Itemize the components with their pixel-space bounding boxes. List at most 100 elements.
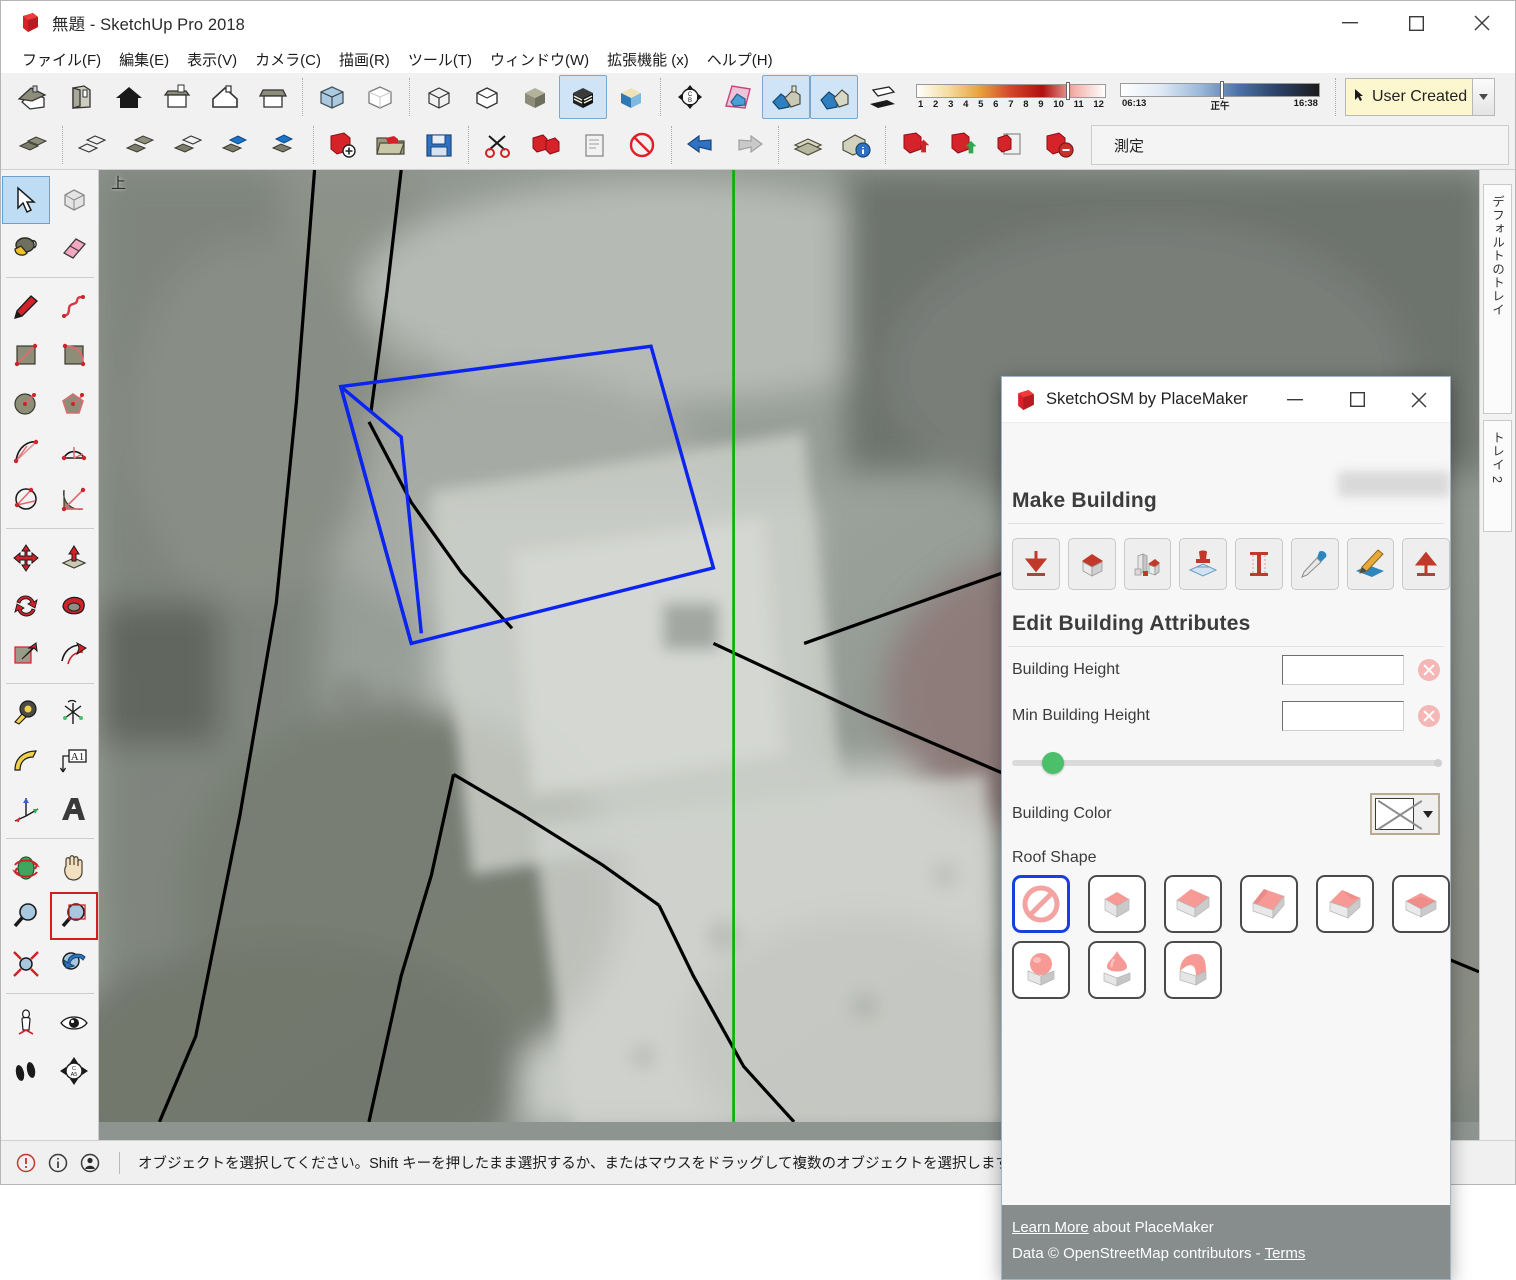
push-pull-tool[interactable] [50, 534, 98, 582]
monochrome-style-icon[interactable] [607, 75, 655, 119]
paint-bucket-tool[interactable] [2, 224, 50, 272]
back-view-icon[interactable] [201, 75, 249, 119]
minimize-icon[interactable] [1264, 377, 1326, 423]
maximize-icon[interactable] [1326, 377, 1388, 423]
3d-text-tool[interactable] [50, 785, 98, 833]
split-icon[interactable] [522, 123, 570, 167]
document-icon[interactable] [570, 123, 618, 167]
month-slider-knob[interactable] [1066, 82, 1070, 100]
walk-tool[interactable] [2, 1047, 50, 1095]
import-icon[interactable] [939, 123, 987, 167]
rotate-tool[interactable] [2, 582, 50, 630]
make-component-tool[interactable] [50, 176, 98, 224]
roof-shape-flat[interactable] [1088, 875, 1146, 933]
shadow-month-slider[interactable]: 1 2 3 4 5 6 7 8 9 10 11 12 [916, 84, 1106, 110]
front-view-icon[interactable] [105, 75, 153, 119]
minimize-icon[interactable] [1317, 1, 1383, 45]
offset-tool[interactable] [50, 630, 98, 678]
menu-edit[interactable]: 編集(E) [110, 46, 178, 73]
roof-shape-onion[interactable] [1088, 941, 1146, 999]
shadows-icon[interactable] [858, 75, 906, 119]
make-building-edit-tool[interactable] [1347, 538, 1395, 590]
two-point-arc-tool[interactable] [50, 427, 98, 475]
sketchosm-dialog[interactable]: SketchOSM by PlaceMaker Make Building [1001, 376, 1451, 1280]
chevron-down-icon[interactable] [1472, 79, 1494, 115]
orbit-tool[interactable] [2, 844, 50, 892]
min-building-height-input[interactable] [1282, 701, 1404, 731]
roof-shape-pyramidal[interactable] [1392, 875, 1450, 933]
position-camera-tool[interactable] [2, 999, 50, 1047]
left-view-icon[interactable] [249, 75, 297, 119]
make-building-stamp-tool[interactable] [1179, 538, 1227, 590]
info-icon[interactable] [832, 123, 880, 167]
zoom-window-tool[interactable] [50, 892, 98, 940]
line-tool[interactable] [2, 283, 50, 331]
menu-file[interactable]: ファイル(F) [13, 46, 110, 73]
undo-arrow-icon[interactable] [677, 123, 725, 167]
circle-tool[interactable] [2, 379, 50, 427]
scale-tool[interactable] [2, 630, 50, 678]
hidden-line-style-icon[interactable] [463, 75, 511, 119]
info-icon[interactable] [47, 1152, 69, 1174]
roof-shape-round[interactable] [1164, 941, 1222, 999]
hidden-component-icon[interactable] [164, 123, 212, 167]
make-building-multi-tool[interactable] [1124, 538, 1172, 590]
three-point-arc-tool[interactable] [2, 475, 50, 523]
shaded-style-icon[interactable] [511, 75, 559, 119]
clear-icon[interactable] [1418, 705, 1440, 727]
make-building-eyedropper-tool[interactable] [1291, 538, 1339, 590]
shaded-with-textures-icon[interactable] [559, 75, 607, 119]
show-model-icon[interactable] [810, 75, 858, 119]
position-camera-icon[interactable]: C B [666, 75, 714, 119]
report-icon[interactable] [987, 123, 1035, 167]
measurement-box[interactable]: 測定 [1091, 125, 1509, 165]
dimension-tool[interactable] [2, 737, 50, 785]
zoom-tool[interactable] [2, 892, 50, 940]
close-icon[interactable] [1388, 377, 1450, 423]
make-building-down-arrow-tool[interactable] [1012, 538, 1060, 590]
tray-tab-default[interactable]: デフォルトのトレイ [1483, 184, 1512, 414]
maximize-icon[interactable] [1383, 1, 1449, 45]
arc-tool[interactable] [2, 427, 50, 475]
add-location-icon[interactable] [714, 75, 762, 119]
tape-measure-tool[interactable] [2, 689, 50, 737]
export-icon[interactable] [891, 123, 939, 167]
menu-camera[interactable]: カメラ(C) [246, 46, 330, 73]
shaded-component-icon[interactable] [116, 123, 164, 167]
freehand-tool[interactable] [50, 283, 98, 331]
move-tool[interactable] [2, 534, 50, 582]
menu-tools[interactable]: ツール(T) [399, 46, 481, 73]
tray-tab-2[interactable]: トレイ 2 [1483, 420, 1512, 532]
roof-shape-dome[interactable] [1012, 941, 1070, 999]
cancel-icon[interactable] [618, 123, 666, 167]
protractor-axes-tool[interactable] [50, 689, 98, 737]
pie-tool[interactable] [50, 475, 98, 523]
menu-help[interactable]: ヘルプ(H) [698, 46, 782, 73]
iso-view-icon[interactable] [9, 75, 57, 119]
eraser-tool[interactable] [50, 224, 98, 272]
axes-tool[interactable] [2, 785, 50, 833]
open-folder-icon[interactable] [367, 123, 415, 167]
previous-view-tool[interactable] [50, 940, 98, 988]
height-slider[interactable] [1002, 739, 1450, 781]
section-plane-tool[interactable]: C A5 [50, 1047, 98, 1095]
top-view-icon[interactable] [57, 75, 105, 119]
toggle-terrain-icon[interactable] [762, 75, 810, 119]
terms-link[interactable]: Terms [1265, 1245, 1306, 1262]
menu-window[interactable]: ウィンドウ(W) [481, 46, 598, 73]
building-color-picker[interactable] [1370, 793, 1440, 835]
roof-shape-none[interactable] [1012, 875, 1070, 933]
make-building-house-tool[interactable] [1068, 538, 1116, 590]
back-edges-style-icon[interactable] [356, 75, 404, 119]
text-tool[interactable]: A1 [50, 737, 98, 785]
time-slider-knob[interactable] [1220, 81, 1224, 99]
wireframe-component-icon[interactable] [68, 123, 116, 167]
clear-icon[interactable] [1418, 659, 1440, 681]
scissors-icon[interactable] [474, 123, 522, 167]
menu-extensions[interactable]: 拡張機能 (x) [598, 46, 698, 73]
menu-view[interactable]: 表示(V) [178, 46, 246, 73]
roof-shape-skillion[interactable] [1164, 875, 1222, 933]
layers-icon[interactable] [784, 123, 832, 167]
purge-icon[interactable] [1035, 123, 1083, 167]
pan-tool[interactable] [50, 844, 98, 892]
